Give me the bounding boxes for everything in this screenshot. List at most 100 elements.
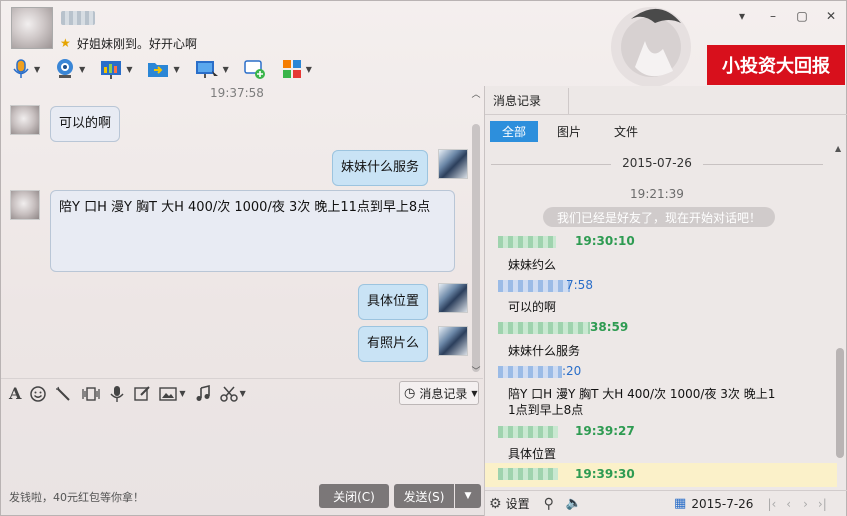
send-options-dropdown[interactable]: ▼ xyxy=(455,484,481,508)
apps-button[interactable]: ▼ xyxy=(279,56,314,82)
remote-desktop-button[interactable]: ▼ xyxy=(97,56,134,82)
chevron-down-icon[interactable]: ▼ xyxy=(173,65,179,74)
speaker-icon[interactable]: 🔈 xyxy=(566,496,582,511)
scroll-up-icon[interactable]: ︿ xyxy=(470,87,482,100)
chevron-down-icon: ▼ xyxy=(471,388,478,398)
calendar-icon[interactable]: ▦ xyxy=(674,496,686,511)
contact-avatar-small[interactable] xyxy=(10,190,40,220)
shake-icon xyxy=(82,386,101,401)
last-page-icon[interactable]: ›| xyxy=(818,497,827,511)
history-panel: 消息记录 全部 图片 文件 ▲ 2015-07-26 19:21:39 我们已经… xyxy=(484,86,847,516)
clock-icon: ◷ xyxy=(404,385,416,401)
tab-divider xyxy=(568,88,569,114)
contact-name-blurred xyxy=(61,11,95,25)
webcam-icon xyxy=(57,59,74,78)
chevron-down-icon[interactable]: ▼ xyxy=(223,65,229,74)
search-icon[interactable]: ⚲ xyxy=(544,496,554,512)
decorative-mascot-image xyxy=(611,7,691,87)
gear-icon[interactable]: ⚙ xyxy=(489,496,502,512)
settings-link[interactable]: 设置 xyxy=(506,495,530,512)
chevron-down-icon[interactable]: ▼ xyxy=(240,389,246,398)
filter-all[interactable]: 全部 xyxy=(490,121,538,142)
minimize-icon[interactable]: – xyxy=(766,9,780,23)
monitor-share-icon xyxy=(195,61,218,78)
history-date-header: 2015-07-26 xyxy=(485,156,829,170)
chevron-down-icon[interactable]: ▼ xyxy=(79,65,85,74)
contact-signature: 好姐妹刚到。好开心啊 xyxy=(77,37,198,51)
history-entry-text-line: 陪Y 口H 漫Y 胸T 大H 400/次 1000/夜 3次 晚上1 xyxy=(508,387,776,401)
close-button[interactable]: 关闭(C) xyxy=(319,484,389,508)
app-grid-icon xyxy=(282,60,301,78)
history-footer: ⚙ 设置 ⚲ 🔈 ▦ 2015-7-26 |‹ ‹ › ›| xyxy=(485,490,847,516)
prev-page-icon[interactable]: ‹ xyxy=(786,497,791,511)
next-page-icon[interactable]: › xyxy=(803,497,808,511)
filter-images[interactable]: 图片 xyxy=(547,121,591,142)
presentation-icon xyxy=(101,61,122,79)
send-image-button[interactable]: ▼ xyxy=(159,383,186,405)
sender-name-blurred xyxy=(498,426,558,438)
voice-message-button[interactable] xyxy=(109,383,125,405)
divider xyxy=(485,114,847,115)
sender-name-blurred xyxy=(498,236,556,248)
contact-avatar-small[interactable] xyxy=(10,105,40,135)
scissors-icon xyxy=(219,386,238,402)
star-icon: ★ xyxy=(60,36,71,50)
filter-files[interactable]: 文件 xyxy=(603,121,649,142)
message-outgoing: 具体位置 xyxy=(358,284,429,320)
smiley-icon xyxy=(30,385,47,402)
message-input[interactable] xyxy=(1,409,483,481)
history-entry-time: 38:59 xyxy=(590,320,629,334)
chevron-down-icon[interactable]: ▼ xyxy=(179,389,185,398)
history-button-label: 消息记录 xyxy=(419,386,468,401)
folder-transfer-icon xyxy=(148,63,169,77)
history-date-picker[interactable]: 2015-7-26 xyxy=(691,497,753,511)
dropdown-menu-icon[interactable]: ▾ xyxy=(735,9,749,23)
chat-message-area[interactable]: 19:37:58 可以的啊 妹妹什么服务 陪Y 口H 漫Y 胸T 大H 400/… xyxy=(1,86,483,378)
scrollbar-thumb[interactable] xyxy=(472,124,480,372)
chat-scrollbar[interactable]: ︿ ﹀ xyxy=(470,86,482,378)
history-entry-time: 19:30:10 xyxy=(575,234,635,248)
window-shake-button[interactable] xyxy=(81,383,101,405)
message-bubble: 具体位置 xyxy=(358,284,429,320)
scrollbar-thumb[interactable] xyxy=(836,348,844,458)
magic-wand-icon xyxy=(56,386,71,401)
system-message: 我们已经是好友了，现在开始对话吧！ xyxy=(543,207,775,227)
message-history-button[interactable]: ◷ 消息记录 ▼ xyxy=(399,381,479,405)
screen-share-button[interactable]: ▼ xyxy=(192,56,231,82)
chevron-down-icon[interactable]: ▼ xyxy=(306,65,312,74)
edit-icon xyxy=(134,385,151,401)
music-button[interactable] xyxy=(194,383,212,405)
contact-avatar[interactable] xyxy=(11,7,53,49)
self-avatar-small[interactable] xyxy=(438,326,468,356)
self-avatar-small[interactable] xyxy=(438,149,468,179)
tab-message-history[interactable]: 消息记录 xyxy=(493,92,541,109)
history-entry-highlighted[interactable]: 19:39:30 xyxy=(485,463,837,487)
voice-call-button[interactable]: ▼ xyxy=(9,56,42,82)
close-icon[interactable]: ✕ xyxy=(824,9,838,23)
message-outgoing: 妹妹什么服务 xyxy=(332,150,429,186)
promo-link[interactable]: 发钱啦，40元红包等你拿！ xyxy=(9,489,144,505)
magic-button[interactable] xyxy=(55,383,73,405)
font-button[interactable]: A xyxy=(9,383,21,405)
create-group-button[interactable] xyxy=(241,56,269,82)
history-entry-text: 具体位置 xyxy=(508,447,557,461)
emoji-button[interactable] xyxy=(29,383,47,405)
send-file-button[interactable]: ▼ xyxy=(144,56,181,82)
maximize-icon[interactable]: ▢ xyxy=(795,9,809,23)
message-incoming: 陪Y 口H 漫Y 胸T 大H 400/次 1000/夜 3次 晚上11点到早上8… xyxy=(50,190,455,272)
video-call-button[interactable]: ▼ xyxy=(52,56,87,82)
history-scrollbar[interactable] xyxy=(835,146,845,466)
microphone-icon xyxy=(13,59,29,78)
chevron-down-icon[interactable]: ▼ xyxy=(34,65,40,74)
history-entry-text: 妹妹什么服务 xyxy=(508,344,581,358)
self-avatar-small[interactable] xyxy=(438,283,468,313)
message-outgoing: 有照片么 xyxy=(358,326,429,362)
history-entry-time: :20 xyxy=(562,364,582,378)
chevron-down-icon[interactable]: ▼ xyxy=(126,65,132,74)
first-page-icon[interactable]: |‹ xyxy=(767,497,776,511)
screenshot-button[interactable]: ▼ xyxy=(219,383,246,405)
doodle-button[interactable] xyxy=(133,383,151,405)
scroll-down-icon[interactable]: ﹀ xyxy=(470,364,482,377)
send-button[interactable]: 发送(S) xyxy=(394,484,454,508)
ad-banner[interactable]: 小投资大回报 xyxy=(707,45,845,85)
